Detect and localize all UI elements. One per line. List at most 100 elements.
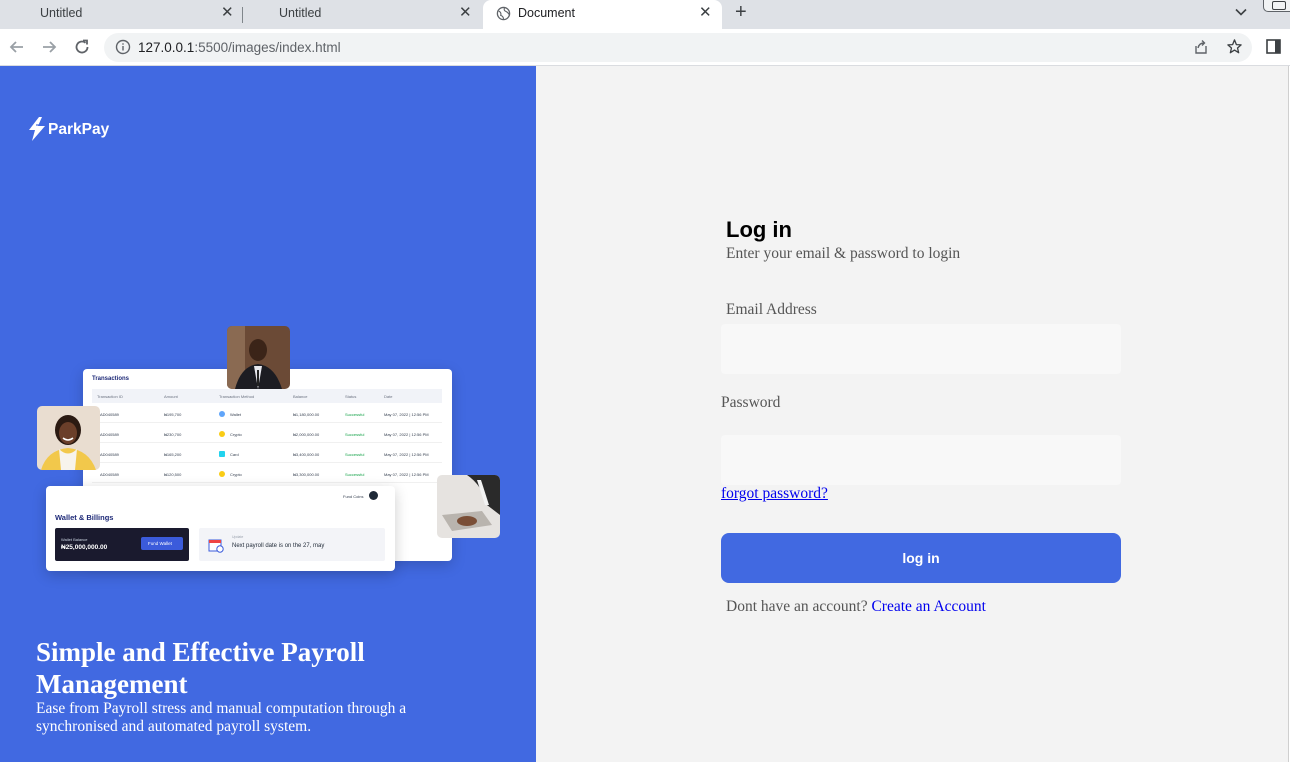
wallet-icon xyxy=(219,411,225,417)
tab-title: Document xyxy=(518,6,575,20)
email-label: Email Address xyxy=(726,301,817,318)
login-subtitle: Enter your email & password to login xyxy=(726,245,961,262)
login-panel: Log in Enter your email & password to lo… xyxy=(536,66,1288,762)
url-path: :5500/images/index.html xyxy=(194,40,341,55)
fund-coins-label: Fund Coins xyxy=(343,494,364,499)
email-field[interactable] xyxy=(721,324,1121,374)
page-content: ParkPay Transactions Transaction ID Amou… xyxy=(0,66,1290,762)
create-account-link[interactable]: Create an Account xyxy=(871,598,985,615)
cell: ₦120,500 xyxy=(164,472,182,477)
table-row: AD040589 ₦230,700 Crypto ₦2,000,000.00 S… xyxy=(92,425,442,443)
password-label: Password xyxy=(721,394,781,411)
column-header: Date xyxy=(384,394,393,399)
cell: May 07, 2022 | 12:56 PM xyxy=(384,472,429,477)
hero-title: Simple and Effective Payroll Management xyxy=(36,637,365,699)
cell: ₦1,180,000.00 xyxy=(293,412,320,417)
cell: May 07, 2022 | 12:56 PM xyxy=(384,412,429,417)
tab-title: Untitled xyxy=(40,6,83,20)
crypto-icon xyxy=(219,471,225,477)
close-icon[interactable]: ✕ xyxy=(221,3,234,21)
payroll-text: Next payroll date is on the 27, may xyxy=(232,543,325,549)
password-field[interactable] xyxy=(721,435,1121,485)
column-header: Status xyxy=(345,394,357,399)
transactions-title: Transactions xyxy=(92,376,130,382)
status-badge: Successful xyxy=(345,412,365,417)
close-icon[interactable]: ✕ xyxy=(459,3,472,21)
hero-panel: ParkPay Transactions Transaction ID Amou… xyxy=(0,66,536,762)
status-badge: Successful xyxy=(345,452,365,457)
payroll-label: Update xyxy=(232,535,244,539)
wallet-balance-box: Wallet Balance ₦25,000,000.00 Fund Walle… xyxy=(55,528,189,561)
hero-description: Ease from Payroll stress and manual comp… xyxy=(36,700,407,735)
reload-icon[interactable] xyxy=(73,38,91,56)
cell: ₦230,700 xyxy=(164,432,182,437)
cell: ₦3,400,000.00 xyxy=(293,452,320,457)
cell: AD040589 xyxy=(100,452,119,457)
table-row: AD040589 ₦165,200 Card ₦3,400,000.00 Suc… xyxy=(92,445,442,463)
new-tab-button[interactable]: + xyxy=(735,1,747,24)
back-arrow-icon[interactable] xyxy=(8,38,26,56)
wallet-card: Fund Coins Wallet & Billings Wallet Bala… xyxy=(46,486,395,571)
close-icon[interactable]: ✕ xyxy=(699,3,712,21)
cell: Card xyxy=(230,452,239,457)
wallet-title: Wallet & Billings xyxy=(55,513,114,522)
transactions-header: Transaction ID Amount Transaction Method… xyxy=(92,389,442,403)
cell: ₦2,000,000.00 xyxy=(293,432,320,437)
cell: May 07, 2022 | 12:56 PM xyxy=(384,452,429,457)
cell: ₦165,200 xyxy=(164,452,182,457)
card-icon xyxy=(219,451,225,457)
laptop-work-photo xyxy=(437,475,500,538)
url-host: 127.0.0.1 xyxy=(138,40,195,55)
forgot-password-link[interactable]: forgot password? xyxy=(721,485,828,503)
cell: AD040589 xyxy=(100,412,119,417)
man-in-suit-photo xyxy=(227,326,290,389)
calendar-icon xyxy=(208,539,224,553)
wallet-balance-amount: ₦25,000,000.00 xyxy=(61,544,108,551)
share-icon[interactable] xyxy=(1193,39,1209,55)
column-header: Transaction ID xyxy=(97,394,123,399)
cell: Wallet xyxy=(230,412,241,417)
column-header: Transaction Method xyxy=(219,394,255,399)
crypto-icon xyxy=(219,431,225,437)
cell: May 07, 2022 | 12:56 PM xyxy=(384,432,429,437)
cell: AD040589 xyxy=(100,432,119,437)
signup-prompt: Dont have an account? Create an Account xyxy=(726,598,986,616)
cell: Crypto xyxy=(230,432,242,437)
restore-window-button[interactable] xyxy=(1263,0,1290,12)
tab-untitled-1[interactable]: Untitled ✕ xyxy=(0,0,243,29)
tab-strip: Untitled ✕ Untitled ✕ Document ✕ + xyxy=(0,0,1290,29)
status-badge: Successful xyxy=(345,472,365,477)
fund-wallet-button: Fund Wallet xyxy=(141,537,183,550)
browser-toolbar: 127.0.0.1:5500/images/index.html xyxy=(0,29,1290,66)
brand-name: ParkPay xyxy=(48,121,110,138)
login-button[interactable]: log in xyxy=(721,533,1121,583)
cell: ₦3,300,000.00 xyxy=(293,472,320,477)
chevron-down-icon[interactable] xyxy=(1234,5,1248,19)
tab-untitled-2[interactable]: Untitled ✕ xyxy=(243,0,483,29)
no-account-text: Dont have an account? xyxy=(726,598,868,615)
url-text[interactable]: 127.0.0.1:5500/images/index.html xyxy=(138,40,341,55)
info-icon[interactable] xyxy=(115,39,131,55)
lightning-logo-icon xyxy=(29,117,45,141)
cell: ₦195,700 xyxy=(164,412,182,417)
star-icon[interactable] xyxy=(1226,38,1243,55)
table-row: AD040589 ₦195,700 Wallet ₦1,180,000.00 S… xyxy=(92,405,442,423)
forward-arrow-icon[interactable] xyxy=(40,38,58,56)
column-header: Balance xyxy=(293,394,308,399)
woman-smiling-photo xyxy=(37,406,100,470)
side-panel-icon[interactable] xyxy=(1266,39,1281,54)
globe-icon xyxy=(496,6,511,21)
cell: Crypto xyxy=(230,472,242,477)
fund-wallet-label: Fund Wallet xyxy=(148,541,172,546)
table-row: AD040589 ₦120,500 Crypto ₦3,300,000.00 S… xyxy=(92,465,442,483)
wallet-balance-label: Wallet Balance xyxy=(61,537,88,542)
tab-document[interactable]: Document ✕ xyxy=(483,0,722,29)
address-bar[interactable]: 127.0.0.1:5500/images/index.html xyxy=(104,33,1252,62)
login-title: Log in xyxy=(726,217,792,242)
coin-icon xyxy=(369,491,378,500)
tab-title: Untitled xyxy=(279,6,322,20)
column-header: Amount xyxy=(164,394,178,399)
payroll-reminder: Update Next payroll date is on the 27, m… xyxy=(199,528,385,561)
cell: AD040589 xyxy=(100,472,119,477)
status-badge: Successful xyxy=(345,432,365,437)
